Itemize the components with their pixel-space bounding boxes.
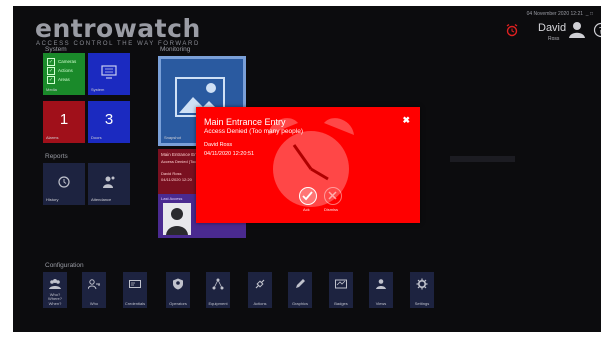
badge-icon [335, 279, 347, 289]
section-title-monitoring: Monitoring [160, 46, 191, 53]
system-tile[interactable]: System [88, 53, 130, 95]
user-name: David [538, 22, 567, 34]
tile-label: History [46, 197, 59, 202]
dismiss-button[interactable] [324, 187, 342, 205]
attendance-icon [103, 176, 115, 188]
popup-close-button[interactable]: ✖ [402, 115, 410, 126]
user-card-title: Last Access [161, 196, 183, 201]
checkbox-checked-icon: ✓ [47, 57, 55, 66]
check-label: Actions [58, 68, 73, 73]
config-item-graphics[interactable]: Graphics [288, 272, 312, 308]
acknowledge-label: Ack [303, 207, 310, 212]
config-item-settings[interactable]: Settings [410, 272, 434, 308]
check-label: Cameras [58, 59, 77, 64]
view-user-icon [376, 279, 386, 289]
config-label: Operators [169, 300, 187, 306]
popup-message: Access Denied (Too many people) [204, 128, 303, 135]
config-item-badges[interactable]: Badges [329, 272, 353, 308]
config-item-operators[interactable]: Operators [166, 272, 190, 308]
config-label: Who [89, 300, 99, 306]
app-logo: entrowatch [35, 14, 201, 43]
gear-icon [416, 278, 428, 290]
user-avatar-icon[interactable] [568, 21, 586, 39]
popup-user: David Ross [204, 142, 233, 148]
history-icon [58, 176, 70, 188]
report-item-attendance[interactable]: Attendance [88, 163, 130, 205]
user-photo [163, 203, 191, 235]
config-label: Credentials [124, 300, 146, 306]
card-icon [129, 280, 141, 288]
config-item-equipment[interactable]: Equipment [206, 272, 230, 308]
popup-title: Main Entrance Entry [204, 117, 286, 127]
network-icon [212, 278, 224, 290]
tile-label: Doors [91, 135, 102, 140]
group-icon [49, 279, 61, 289]
report-item-history[interactable]: History [43, 163, 85, 205]
tile-label: Snapshot [164, 135, 181, 140]
config-label: Equipment [208, 300, 228, 306]
config-label: Badges [334, 300, 348, 306]
monitor-icon [101, 65, 117, 79]
monitor-list-bar [450, 156, 515, 162]
config-label: Views [375, 300, 387, 306]
check-label: Areas [58, 77, 70, 82]
link-icon [255, 279, 265, 289]
event-line: 04/11/2020 12:20 [161, 177, 192, 182]
system-status-tile[interactable]: ✓ Cameras ✓ Actions ✓ Areas Media [43, 53, 85, 95]
section-title-system: System [45, 46, 67, 53]
config-item-who-where-when[interactable]: Who? Where? When? [43, 272, 67, 308]
check-item: ✓ Areas [47, 75, 76, 84]
config-item-credentials[interactable]: Credentials [123, 272, 147, 308]
doors-tile[interactable]: 3 Doors [88, 101, 130, 143]
user-key-icon [88, 279, 100, 290]
config-item-views[interactable]: Views [369, 272, 393, 308]
config-label: Settings [414, 300, 430, 306]
event-line: David Ross [161, 171, 182, 176]
svg-text:?: ? [599, 27, 601, 37]
alarm-clock-icon[interactable] [505, 23, 519, 37]
config-label: Actions [253, 300, 267, 306]
operator-shield-icon [173, 278, 183, 290]
alarm-popup: Main Entrance Entry Access Denied (Too m… [196, 107, 420, 223]
doors-count: 3 [104, 111, 114, 128]
app-window: entrowatch ACCESS CONTROL THE WAY FORWAR… [13, 6, 601, 332]
close-circle-icon [328, 191, 337, 200]
restore-icon[interactable]: □ [590, 11, 593, 17]
popup-timestamp: 04/11/2020 12:20:51 [204, 151, 255, 157]
config-item-actions[interactable]: Actions [248, 272, 272, 308]
user-role: Ross [548, 36, 560, 42]
config-item-who[interactable]: Who [82, 272, 106, 308]
tile-label: Alarms [46, 135, 59, 140]
alarms-count: 1 [59, 111, 69, 128]
checkbox-checked-icon: ✓ [47, 75, 55, 84]
check-item: ✓ Cameras [47, 57, 76, 66]
acknowledge-button[interactable] [299, 187, 317, 205]
alarms-tile[interactable]: 1 Alarms [43, 101, 85, 143]
check-icon [302, 191, 313, 201]
tile-label: Attendance [91, 197, 112, 202]
tile-label: System [91, 87, 105, 92]
user-silhouette-icon [166, 208, 188, 235]
datetime-readout: 04 November 2020 12:21 _ □ [527, 11, 593, 17]
check-list: ✓ Cameras ✓ Actions ✓ Areas [47, 57, 76, 84]
section-title-configuration: Configuration [45, 262, 84, 269]
tile-label: Media [46, 87, 57, 92]
config-label: Who? Where? When? [47, 291, 62, 306]
config-label: Graphics [291, 300, 308, 306]
datetime: 04 November 2020 12:21 [526, 11, 584, 17]
help-icon[interactable]: ? [593, 22, 601, 38]
section-title-reports: Reports [45, 153, 68, 160]
checkbox-checked-icon: ✓ [47, 66, 55, 75]
pencil-icon [296, 279, 305, 288]
check-item: ✓ Actions [47, 66, 76, 75]
minimize-icon[interactable]: _ [584, 11, 589, 17]
dismiss-label: Dismiss [324, 207, 338, 212]
